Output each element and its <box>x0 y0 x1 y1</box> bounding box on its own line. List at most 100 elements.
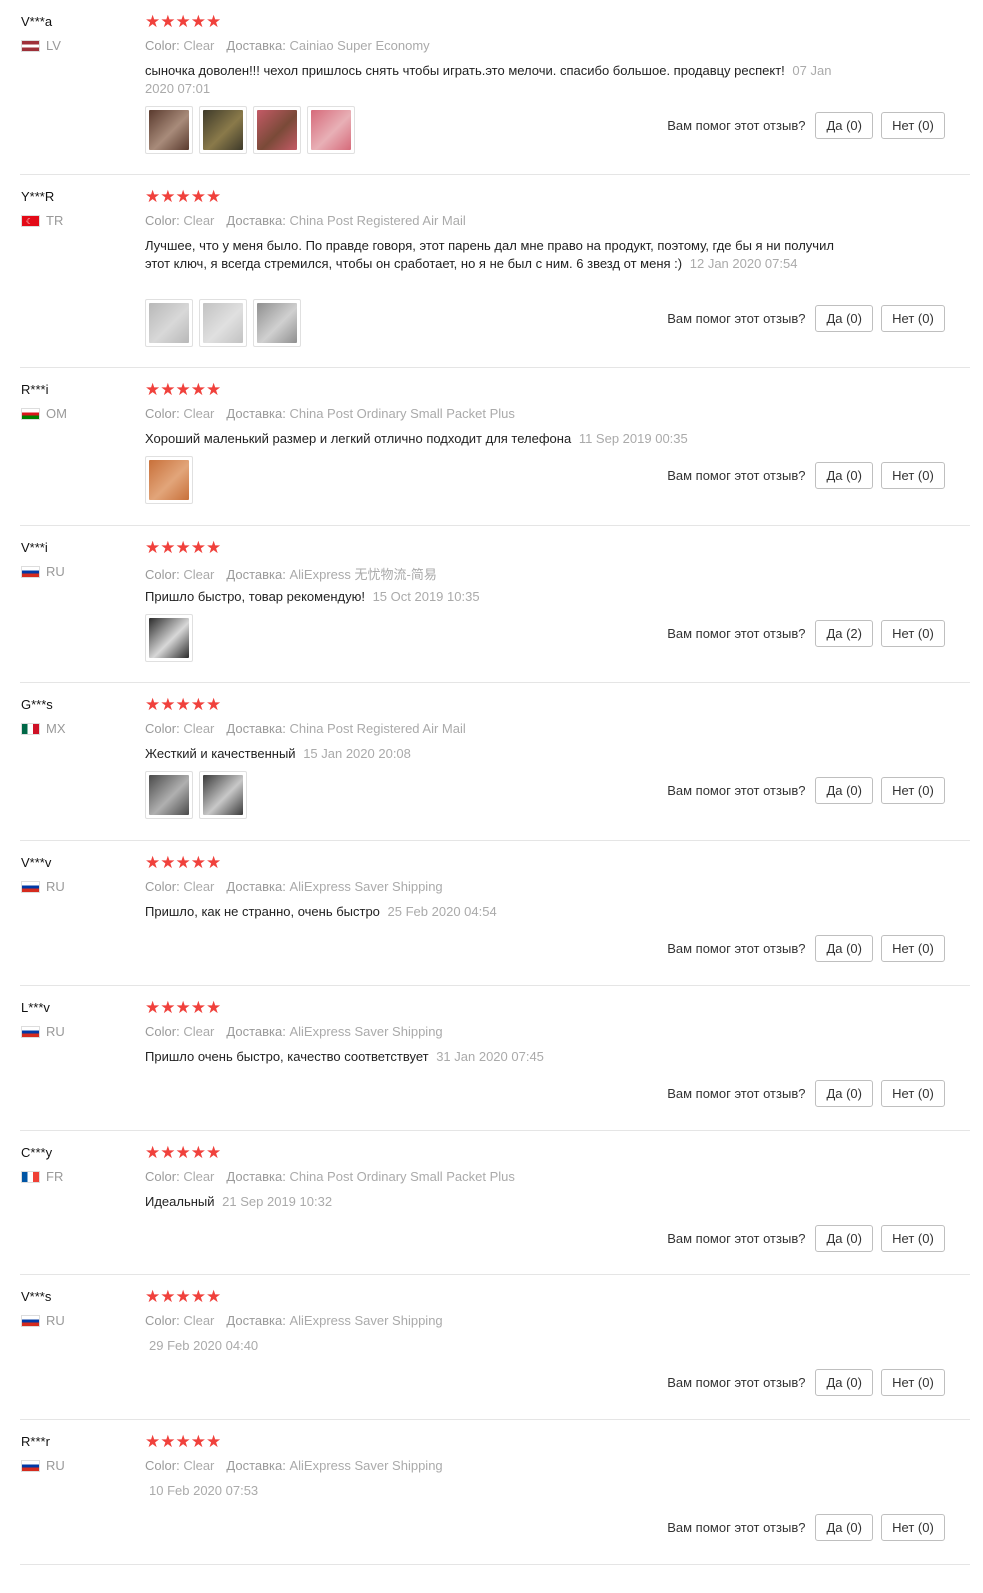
country-code: RU <box>46 564 65 579</box>
helpful-yes-button[interactable]: Да (0) <box>815 1225 873 1252</box>
country-flag-icon <box>21 1025 40 1038</box>
earbud-case-photo[interactable] <box>199 299 247 347</box>
delivery-value: Cainiao Super Economy <box>289 38 430 53</box>
package-contents-photo[interactable] <box>199 106 247 154</box>
color-value: Clear <box>183 721 215 736</box>
delivery-value: AliExpress Saver Shipping <box>289 879 443 894</box>
review-text-block: Пришло, как не странно, очень быстро 25 … <box>145 903 835 921</box>
photo-image <box>149 460 189 500</box>
photo-image <box>257 110 297 150</box>
review-text-block: Пришло очень быстро, качество соответств… <box>145 1048 835 1066</box>
country-flag-icon <box>21 722 40 735</box>
review-item: V***v RU ★★★★★ Color: Clear Доставка: AliExp… <box>0 841 983 986</box>
helpful-no-button[interactable]: Нет (0) <box>881 777 945 804</box>
helpful-question: Вам помог этот отзыв? <box>667 626 806 641</box>
review-item: Y***R ☾ TR ★★★★★ Color: Clear Доставка: China… <box>0 175 983 368</box>
helpful-no-button[interactable]: Нет (0) <box>881 1080 945 1107</box>
country-code: MX <box>46 721 66 736</box>
phone-case-photo[interactable] <box>145 106 193 154</box>
helpful-question: Вам помог этот отзыв? <box>667 941 806 956</box>
helpful-yes-button[interactable]: Да (0) <box>815 935 873 962</box>
reviews-list: V***a LV ★★★★★ Color: Clear Доставка: Cainia… <box>0 0 983 1593</box>
review-text-block: 29 Feb 2020 04:40 <box>145 1337 835 1355</box>
order-info: Color: Clear Доставка: AliExpress Saver S… <box>145 1024 443 1039</box>
review-item: G***s MX ★★★★★ Color: Clear Доставка: China … <box>0 683 983 841</box>
color-value: Clear <box>183 38 215 53</box>
helpful-question: Вам помог этот отзыв? <box>667 1086 806 1101</box>
earbud-case-photo[interactable] <box>199 771 247 819</box>
reviewer-country: RU <box>21 879 65 894</box>
color-label: Color: <box>145 1313 180 1328</box>
review-item: L***v RU ★★★★★ Color: Clear Доставка: AliExp… <box>0 986 983 1131</box>
delivery-label: Доставка: <box>226 879 286 894</box>
review-text: Пришло быстро, товар рекомендую! <box>145 589 365 604</box>
helpful-yes-button[interactable]: Да (0) <box>815 1369 873 1396</box>
review-text-block: сыночка доволен!!! чехол пришлось снять … <box>145 62 835 98</box>
helpful-yes-button[interactable]: Да (0) <box>815 462 873 489</box>
delivery-label: Доставка: <box>226 1458 286 1473</box>
review-date: 25 Feb 2020 04:54 <box>387 904 497 919</box>
helpful-vote: Вам помог этот отзыв? Да (0) Нет (0) <box>667 1080 945 1107</box>
delivery-label: Доставка: <box>226 406 286 421</box>
color-value: Clear <box>183 1313 215 1328</box>
helpful-no-button[interactable]: Нет (0) <box>881 1514 945 1541</box>
review-date: 12 Jan 2020 07:54 <box>689 256 798 271</box>
helpful-no-button[interactable]: Нет (0) <box>881 935 945 962</box>
review-date: 31 Jan 2020 07:45 <box>436 1049 544 1064</box>
helpful-yes-button[interactable]: Да (0) <box>815 1080 873 1107</box>
helpful-question: Вам помог этот отзыв? <box>667 1231 806 1246</box>
review-date: 10 Feb 2020 07:53 <box>149 1483 259 1498</box>
color-label: Color: <box>145 1169 180 1184</box>
helpful-no-button[interactable]: Нет (0) <box>881 620 945 647</box>
earbuds-box-photo[interactable] <box>145 614 193 662</box>
helpful-no-button[interactable]: Нет (0) <box>881 305 945 332</box>
color-label: Color: <box>145 406 180 421</box>
helpful-vote: Вам помог этот отзыв? Да (0) Нет (0) <box>667 1369 945 1396</box>
helpful-yes-button[interactable]: Да (0) <box>815 777 873 804</box>
country-code: RU <box>46 1313 65 1328</box>
reviewer-country: RU <box>21 1024 65 1039</box>
order-info: Color: Clear Доставка: China Post Ordinar… <box>145 406 515 421</box>
color-value: Clear <box>183 879 215 894</box>
reviewer-name: V***a <box>21 14 53 29</box>
country-flag-icon <box>21 39 40 52</box>
helpful-yes-button[interactable]: Да (0) <box>815 112 873 139</box>
rating-stars-icon: ★★★★★ <box>145 1287 222 1306</box>
earbud-case-photo[interactable] <box>145 771 193 819</box>
rating-stars-icon: ★★★★★ <box>145 380 222 399</box>
photo-image <box>149 775 189 815</box>
helpful-no-button[interactable]: Нет (0) <box>881 1369 945 1396</box>
review-text: Хороший маленький размер и легкий отличн… <box>145 431 572 446</box>
helpful-question: Вам помог этот отзыв? <box>667 311 806 326</box>
color-label: Color: <box>145 879 180 894</box>
helpful-vote: Вам помог этот отзыв? Да (0) Нет (0) <box>667 777 945 804</box>
helpful-vote: Вам помог этот отзыв? Да (0) Нет (0) <box>667 305 945 332</box>
photo-image <box>149 110 189 150</box>
helpful-no-button[interactable]: Нет (0) <box>881 1225 945 1252</box>
reviewer-name: V***i <box>21 540 48 555</box>
earbud-case-photo[interactable] <box>145 299 193 347</box>
hand-holding-case-photo[interactable] <box>145 456 193 504</box>
photo-image <box>203 775 243 815</box>
helpful-no-button[interactable]: Нет (0) <box>881 112 945 139</box>
color-value: Clear <box>183 1458 215 1473</box>
helpful-yes-button[interactable]: Да (0) <box>815 305 873 332</box>
color-label: Color: <box>145 1458 180 1473</box>
helpful-yes-button[interactable]: Да (0) <box>815 1514 873 1541</box>
photo-image <box>203 110 243 150</box>
helpful-yes-button[interactable]: Да (2) <box>815 620 873 647</box>
rating-stars-icon: ★★★★★ <box>145 853 222 872</box>
helpful-no-button[interactable]: Нет (0) <box>881 462 945 489</box>
review-date: 15 Jan 2020 20:08 <box>303 746 411 761</box>
earbud-case-photo[interactable] <box>253 299 301 347</box>
reviewer-country: RU <box>21 1313 65 1328</box>
color-value: Clear <box>183 1024 215 1039</box>
delivery-value: China Post Registered Air Mail <box>289 721 466 736</box>
helpful-question: Вам помог этот отзыв? <box>667 468 806 483</box>
country-code: LV <box>46 38 61 53</box>
review-text: Жесткий и качественный <box>145 746 296 761</box>
review-text: Идеальный <box>145 1194 215 1209</box>
case-closeup-photo[interactable] <box>307 106 355 154</box>
photo-image <box>257 303 297 343</box>
phone-on-fabric-photo[interactable] <box>253 106 301 154</box>
